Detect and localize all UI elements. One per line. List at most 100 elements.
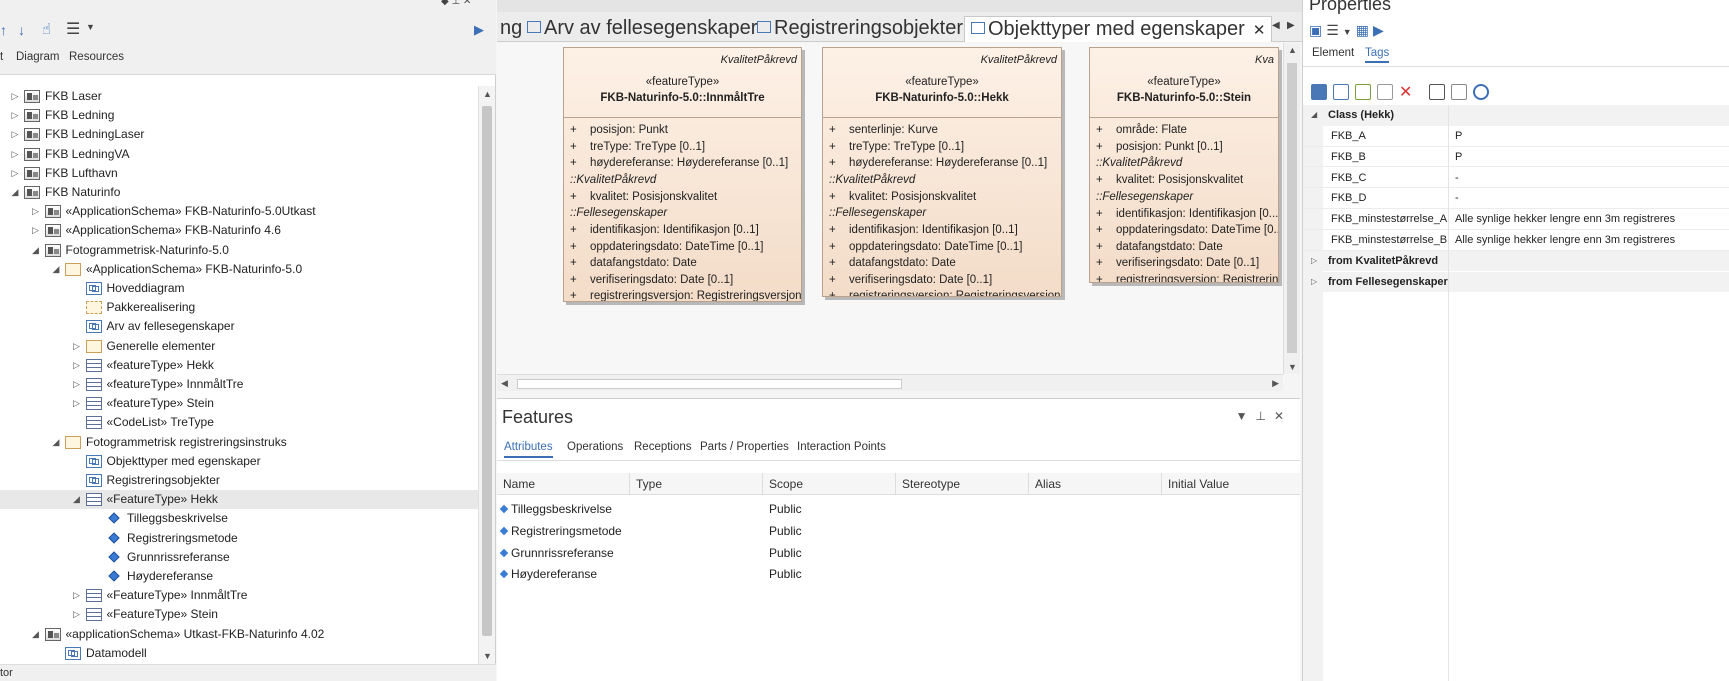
menu-icon[interactable]: ☰ [66, 19, 80, 39]
tag-row[interactable]: FKB_D - [1303, 188, 1729, 209]
tag-value[interactable]: - [1448, 167, 1459, 188]
locate-icon[interactable]: ☝ [42, 20, 51, 38]
tree-item[interactable]: ▷ «featureType» Stein [0, 394, 478, 413]
tree-item[interactable]: Tilleggsbeskrivelse [0, 509, 478, 528]
filter-icon[interactable] [1451, 84, 1467, 100]
tree-item[interactable]: ◢ «ApplicationSchema» FKB-Naturinfo-5.0 [0, 260, 478, 279]
tag-category[interactable]: ◢ Class (Hekk) [1303, 105, 1729, 126]
help-icon[interactable] [1473, 84, 1489, 100]
tag-group[interactable]: ▷ from Fellesegenskaper [1303, 271, 1729, 293]
categorized-icon[interactable] [1311, 84, 1327, 100]
tag-group[interactable]: ▷ from KvalitetPåkrevd [1303, 250, 1729, 272]
expand-icon[interactable]: ▷ [72, 356, 82, 375]
tag-row[interactable]: FKB_A P [1303, 126, 1729, 147]
expand-icon[interactable]: ▷ [10, 87, 20, 106]
canvas-horizontal-scrollbar[interactable]: ◀ ▶ [497, 374, 1283, 391]
properties-dialog-icon[interactable]: ▦ [1356, 22, 1373, 38]
tag-row[interactable]: FKB_minstestørrelse_B Alle synlige hekker… [1303, 230, 1729, 251]
tree-item[interactable]: ▷ FKB Laser [0, 87, 478, 106]
column-header-alias[interactable]: Alias [1029, 473, 1162, 495]
attribute-row[interactable]: Grunnrissreferanse Public [497, 541, 1300, 565]
uml-attribute[interactable]: + treType: TreType [0..1] [823, 139, 1061, 156]
uml-attribute[interactable]: + høydereferanse: Høydereferanse [0..1] [564, 155, 801, 172]
tab-resources[interactable]: Resources [69, 51, 124, 63]
attribute-row[interactable]: Registreringsmetode Public [497, 519, 1300, 543]
uml-attribute[interactable]: + datafangstdato: Date [564, 255, 801, 272]
tree-item[interactable]: Registreringsobjekter [0, 471, 478, 490]
tree-item[interactable]: ◢ FKB Naturinfo [0, 183, 478, 202]
expand-icon[interactable]: ▷ [10, 145, 20, 164]
sort-alpha-icon[interactable] [1333, 84, 1349, 100]
column-header-type[interactable]: Type [630, 473, 763, 495]
panel-menu-icon[interactable]: ◆ ⊥ ✕ [441, 0, 471, 7]
tab-arv-av-fellesegenskaper[interactable]: Arv av fellesegenskaper [527, 16, 757, 42]
uml-class-box[interactable]: KvalitetPåkrevd «featureType» FKB-Naturinf… [563, 47, 802, 302]
collapse-icon[interactable]: ◢ [51, 260, 61, 279]
tree-item[interactable]: ◢ Fotogrammetrisk-Naturinfo-5.0 [0, 241, 478, 260]
tree-item[interactable]: ◢ «FeatureType» Hekk [0, 490, 478, 510]
tree-item[interactable]: Registreringsmetode [0, 529, 478, 548]
uml-class-box[interactable]: KvalitetPåkrevd «featureType» FKB-Naturinf… [822, 47, 1062, 297]
tab-element[interactable]: Element [1312, 47, 1354, 59]
menu-icon[interactable]: ☰ [1326, 22, 1343, 38]
expand-icon[interactable]: ▷ [72, 375, 82, 394]
tree-item[interactable]: Grunnrissreferanse [0, 548, 478, 567]
uml-attribute[interactable]: + verifiseringsdato: Date [0..1] [1090, 255, 1278, 272]
column-header-scope[interactable]: Scope [763, 473, 896, 495]
move-down-icon[interactable]: ↓ [18, 22, 25, 38]
tree-item[interactable]: ▷ «ApplicationSchema» FKB-Naturinfo 4.6 [0, 221, 478, 240]
expand-icon[interactable]: ▷ [72, 605, 82, 624]
tree-item[interactable]: ▷ FKB LedningLaser [0, 125, 478, 144]
move-up-icon[interactable]: ↑ [0, 22, 7, 38]
uml-attribute[interactable]: + posisjon: Punkt [0..1] [1090, 139, 1278, 156]
tag-row[interactable]: FKB_B P [1303, 146, 1729, 168]
tag-row[interactable]: FKB_C - [1303, 167, 1729, 189]
tree-item[interactable]: ▷ Generelle elementer [0, 337, 478, 356]
new-tag-icon[interactable] [1355, 84, 1371, 100]
uml-attribute[interactable]: + posisjon: Punkt [564, 122, 801, 139]
uml-attribute[interactable]: + kvalitet: Posisjonskvalitet [1090, 172, 1278, 189]
tab-parts-properties[interactable]: Parts / Properties [700, 441, 789, 453]
tree-item[interactable]: ▷ «ApplicationSchema» FKB-Naturinfo-5.0Ut… [0, 202, 478, 221]
tab-attributes[interactable]: Attributes [504, 441, 553, 458]
uml-attribute[interactable]: + oppdateringsdato: DateTime [0... [1090, 222, 1278, 239]
expand-icon[interactable]: ▷ [10, 164, 20, 183]
diagram-canvas[interactable]: KvalitetPåkrevd «featureType» FKB-Naturinf… [497, 43, 1283, 374]
uml-attribute[interactable]: + datafangstdato: Date [1090, 239, 1278, 256]
uml-attribute[interactable]: + treType: TreType [0..1] [564, 139, 801, 156]
tab-interaction-points[interactable]: Interaction Points [797, 441, 886, 453]
tag-value[interactable]: - [1448, 188, 1459, 209]
uml-attribute[interactable]: + verifiseringsdato: Date [0..1] [564, 272, 801, 289]
tab-objekttyper-med-egenskaper[interactable]: Objekttyper med egenskaper ✕ [964, 16, 1273, 42]
tab-registreringsobjekter[interactable]: Registreringsobjekter [757, 16, 963, 42]
tree-item[interactable]: ▷ «featureType» InnmåltTre [0, 375, 478, 394]
tab-diagram-partial[interactable]: ng [500, 16, 522, 42]
uml-class-box[interactable]: Kva «featureType» FKB-Naturinfo-5.0::Stein… [1089, 47, 1279, 283]
uml-attribute[interactable]: + datafangstdato: Date [823, 255, 1061, 272]
delete-icon[interactable]: ✕ [1399, 82, 1412, 102]
expand-icon[interactable]: ▷ [10, 106, 20, 125]
tree-item[interactable]: «CodeList» TreType [0, 413, 478, 432]
tree-item[interactable]: ▷ FKB Lufthavn [0, 164, 478, 183]
tab-project[interactable]: t [0, 51, 3, 63]
expand-icon[interactable]: ▷ [31, 221, 41, 240]
uml-attribute[interactable]: + område: Flate [1090, 122, 1278, 139]
uml-attribute[interactable]: + identifikasjon: Identifikasjon [0..1] [564, 222, 801, 239]
expand-icon[interactable]: ▷ [31, 202, 41, 221]
tree-item[interactable]: Pakkerealisering [0, 298, 478, 317]
tag-value[interactable]: Alle synlige hekker lengre enn 3m regist… [1448, 209, 1675, 230]
uml-attribute[interactable]: + identifikasjon: Identifikasjon [0... [1090, 206, 1278, 223]
tag-value[interactable]: P [1448, 126, 1462, 146]
chevron-down-icon[interactable]: ▼ [86, 22, 95, 32]
tree-item[interactable]: ▷ «FeatureType» Stein [0, 605, 478, 624]
uml-attribute[interactable]: + oppdateringsdato: DateTime [0..1] [564, 239, 801, 256]
attribute-row[interactable]: Tilleggsbeskrivelse Public [497, 497, 1300, 521]
canvas-vscroll-thumb[interactable] [1287, 63, 1297, 353]
tree-item[interactable]: Arv av fellesegenskaper [0, 317, 478, 336]
tag-row[interactable]: FKB_minstestørrelse_A Alle synlige hekker… [1303, 209, 1729, 230]
canvas-vertical-scrollbar[interactable]: ▲ ▼ [1283, 43, 1300, 374]
tag-value[interactable]: Alle synlige hekker lengre enn 3m regist… [1448, 230, 1675, 250]
canvas-hscroll-thumb[interactable] [517, 379, 902, 389]
expand-icon[interactable]: ▷ [1311, 251, 1317, 272]
expand-icon[interactable]: ▷ [72, 586, 82, 605]
